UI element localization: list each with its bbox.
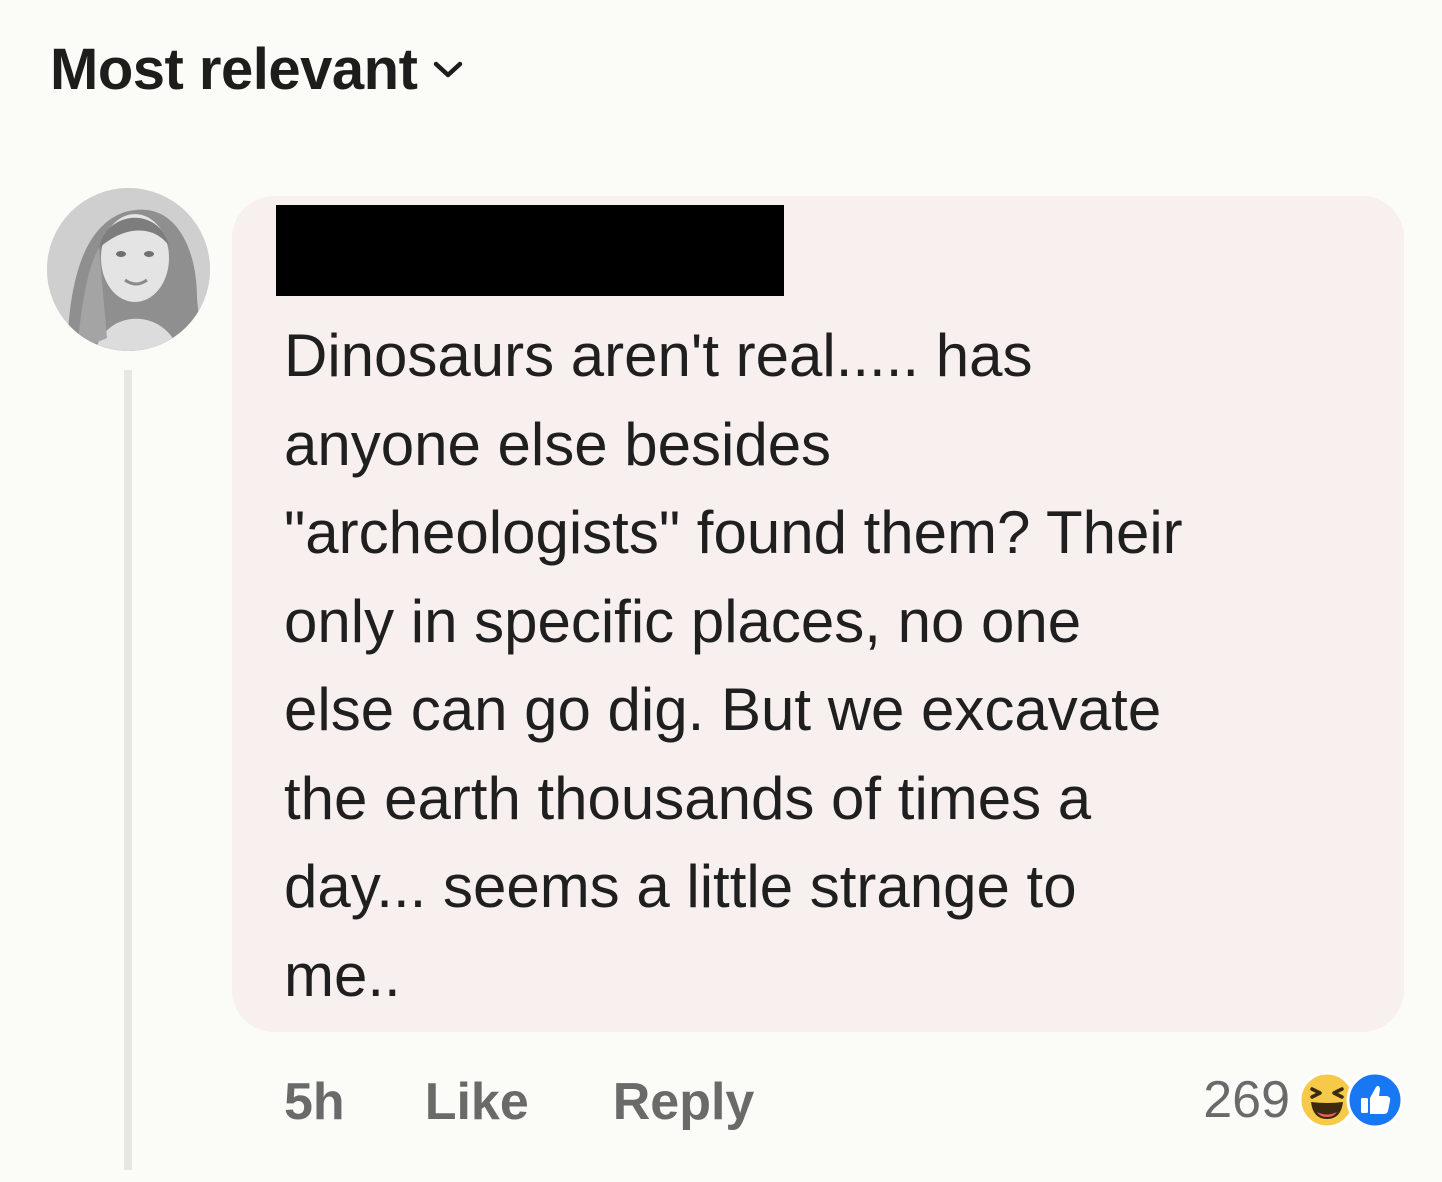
avatar-photo-icon — [47, 188, 210, 351]
comment-text: Dinosaurs aren't real..... has anyone el… — [284, 322, 1183, 1009]
like-icon — [1346, 1071, 1404, 1129]
sort-dropdown[interactable]: Most relevant — [50, 36, 463, 103]
reply-button[interactable]: Reply — [613, 1072, 755, 1132]
comment-timestamp[interactable]: 5h — [284, 1072, 345, 1132]
sort-label: Most relevant — [50, 37, 418, 102]
reaction-summary[interactable]: 269 — [1203, 1060, 1404, 1140]
author-name-redaction — [276, 205, 784, 296]
reaction-icons — [1298, 1071, 1404, 1129]
reaction-count: 269 — [1203, 1071, 1290, 1129]
thread-line — [124, 370, 132, 1170]
chevron-down-icon — [434, 61, 463, 77]
comment-actions: 5h Like Reply — [284, 1062, 754, 1142]
like-button[interactable]: Like — [425, 1072, 529, 1132]
avatar[interactable] — [47, 188, 210, 351]
